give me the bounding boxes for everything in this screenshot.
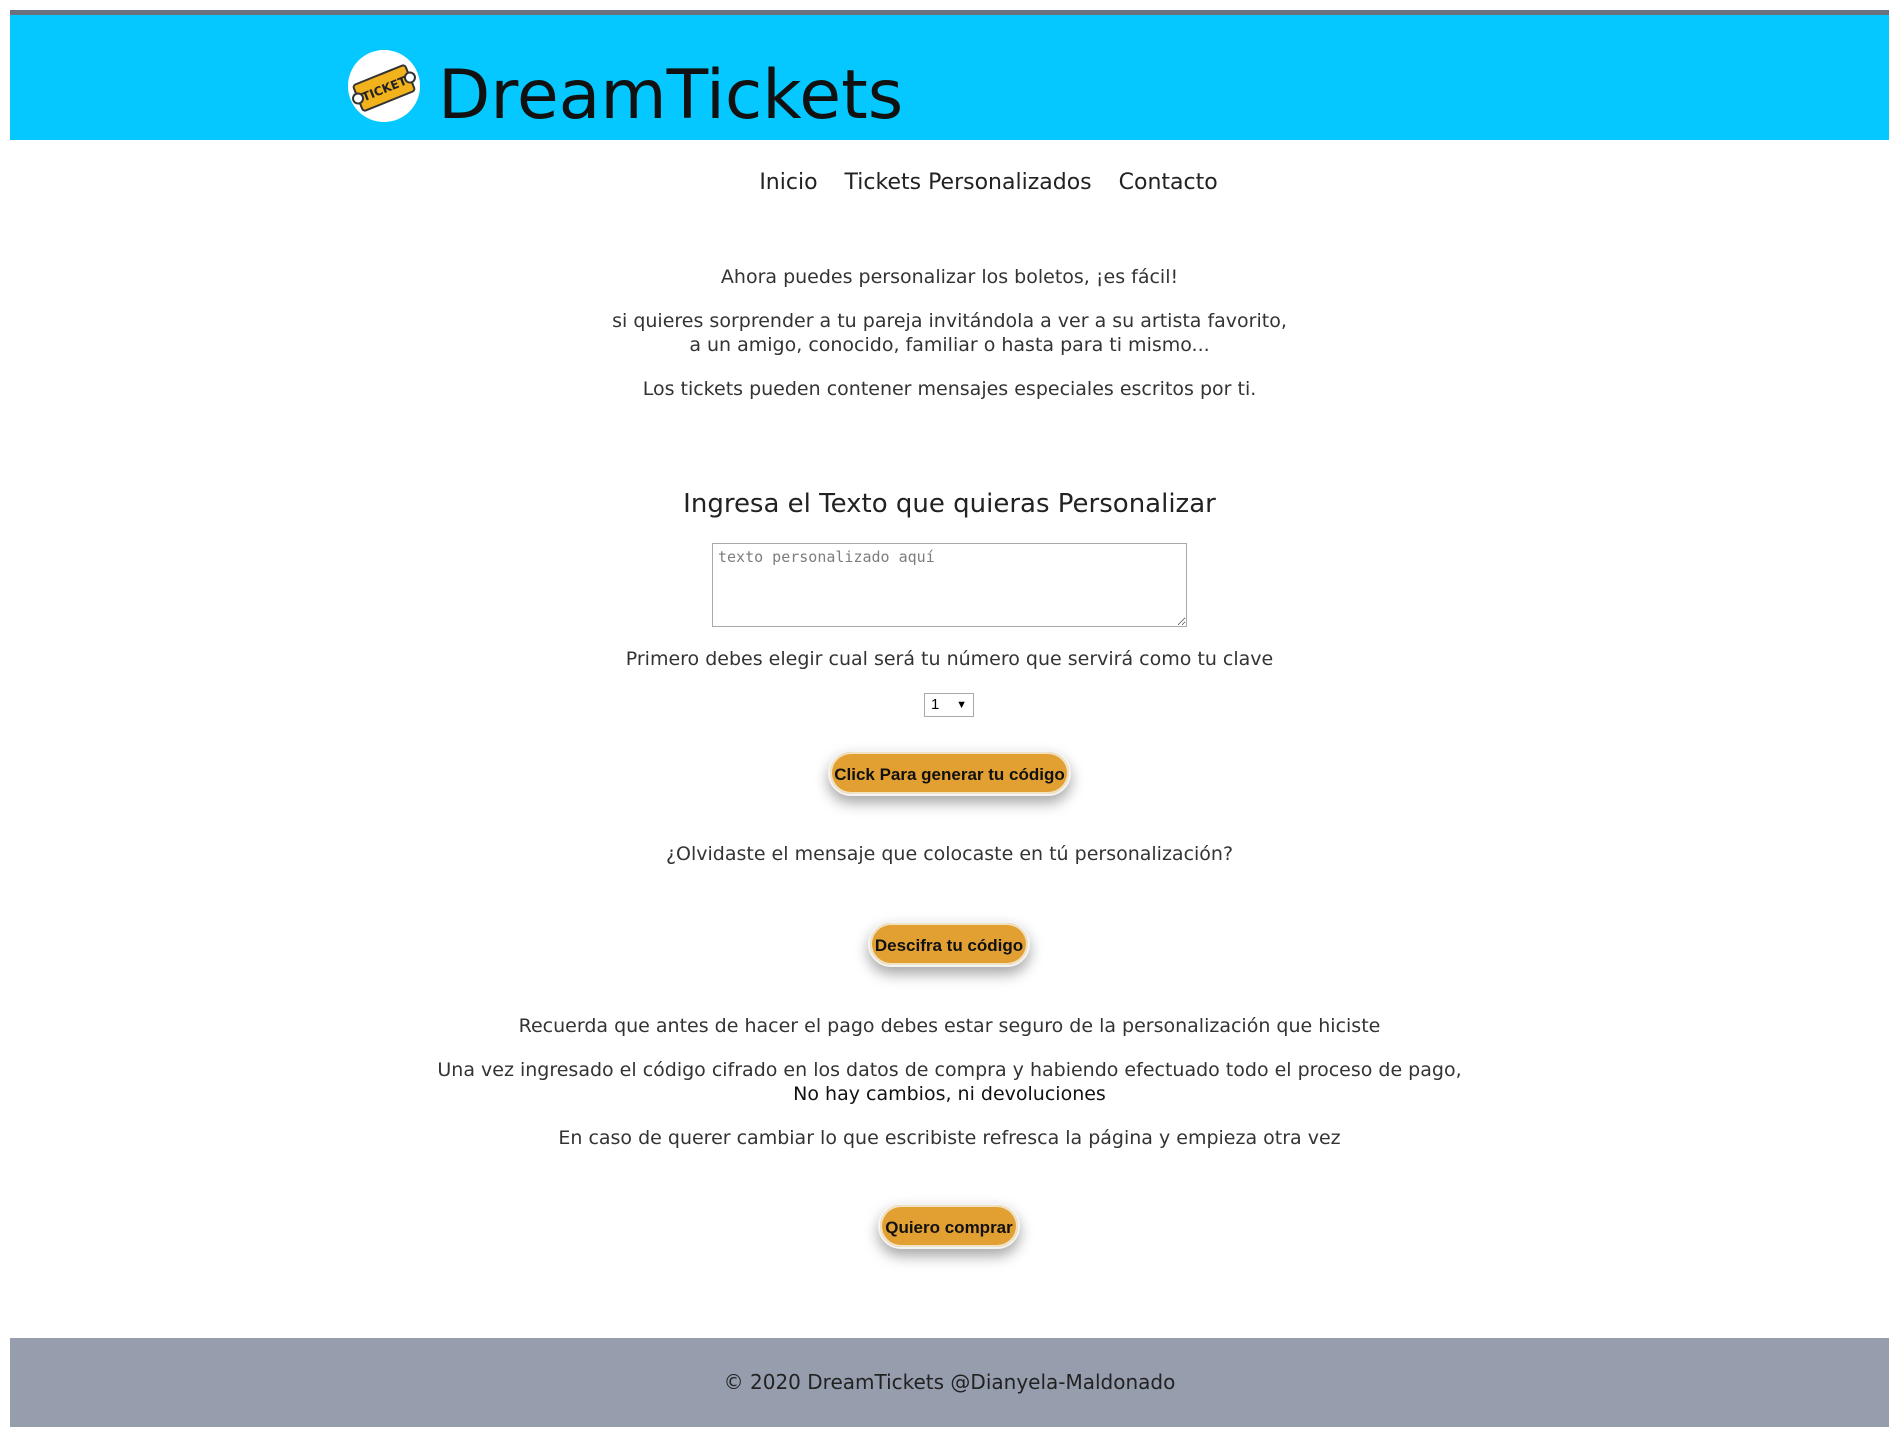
key-number-select[interactable]: 1 ▼	[924, 693, 974, 717]
key-prompt: Primero debes elegir cual será tu número…	[625, 648, 1274, 670]
custom-text-input[interactable]	[712, 543, 1187, 627]
brand-title: DreamTickets	[438, 56, 904, 135]
page: TICKET DreamTickets Inicio Tickets Perso…	[0, 0, 1899, 1444]
intro-line-3: Los tickets pueden contener mensajes esp…	[642, 378, 1257, 400]
nav-link-contacto[interactable]: Contacto	[1119, 165, 1218, 201]
generate-code-button[interactable]: Click Para generar tu código	[828, 750, 1071, 796]
note-line-3: En caso de querer cambiar lo que escribi…	[558, 1127, 1341, 1149]
ticket-icon: TICKET	[348, 50, 420, 122]
form-heading: Ingresa el Texto que quieras Personaliza…	[683, 489, 1216, 519]
chevron-down-icon: ▼	[956, 699, 967, 711]
main-nav: Inicio Tickets Personalizados Contacto	[0, 165, 1899, 201]
nav-link-inicio[interactable]: Inicio	[759, 165, 817, 201]
key-number-value: 1	[931, 696, 940, 713]
decrypt-code-button[interactable]: Descifra tu código	[868, 921, 1030, 967]
footer: © 2020 DreamTickets @Dianyela-Maldonado	[10, 1338, 1889, 1427]
nav-link-tickets-personalizados[interactable]: Tickets Personalizados	[845, 165, 1092, 201]
forgot-prompt: ¿Olvidaste el mensaje que colocaste en t…	[665, 843, 1234, 865]
footer-text: © 2020 DreamTickets @Dianyela-Maldonado	[723, 1370, 1176, 1394]
note-line-2a: Una vez ingresado el código cifrado en l…	[437, 1059, 1462, 1081]
intro-line-1: Ahora puedes personalizar los boletos, ¡…	[720, 266, 1179, 288]
intro-line-2a: si quieres sorprender a tu pareja invitá…	[612, 310, 1287, 332]
buy-button[interactable]: Quiero comprar	[878, 1203, 1020, 1249]
note-line-1: Recuerda que antes de hacer el pago debe…	[518, 1015, 1381, 1037]
header-bar	[10, 10, 1889, 140]
intro-line-2b: a un amigo, conocido, familiar o hasta p…	[689, 334, 1210, 356]
note-line-2b: No hay cambios, ni devoluciones	[793, 1083, 1106, 1105]
